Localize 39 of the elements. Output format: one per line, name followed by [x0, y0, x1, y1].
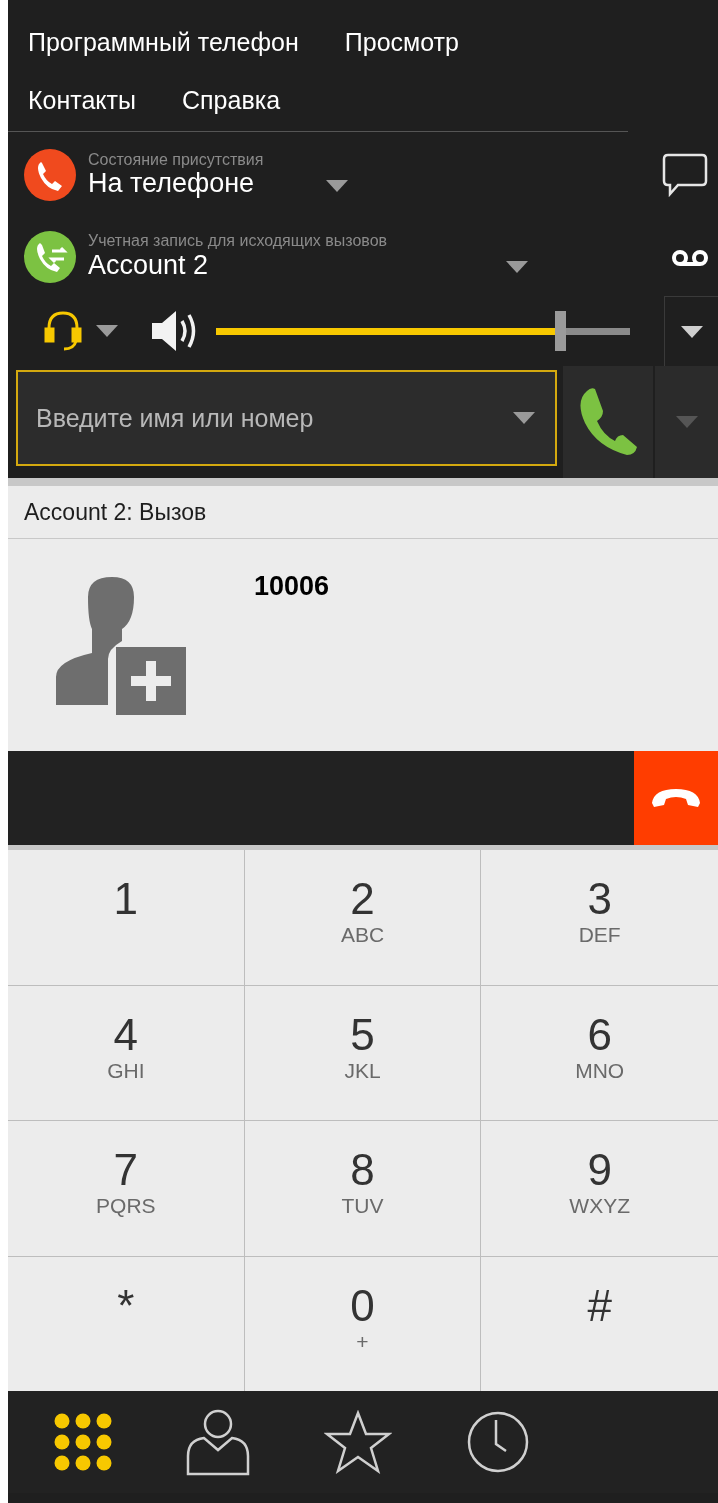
phone-icon	[577, 387, 639, 457]
slider-thumb[interactable]	[554, 311, 566, 351]
keypad-key[interactable]: 8 TUV	[244, 1120, 482, 1256]
keypad-key[interactable]: 7 PQRS	[8, 1120, 245, 1256]
caret-icon	[326, 180, 348, 192]
volume-slider[interactable]	[216, 311, 630, 351]
menu-item[interactable]: Контакты	[28, 84, 136, 116]
keypad-key[interactable]: 1	[8, 850, 245, 985]
call-number: 10006	[254, 571, 330, 603]
phone-icon	[24, 149, 76, 201]
voicemail-icon[interactable]	[672, 247, 708, 267]
hang-up-icon	[650, 787, 702, 809]
keypad-key[interactable]: 6 MNO	[481, 984, 718, 1120]
keypad-key[interactable]: 5 JKL	[244, 984, 482, 1120]
presence-dropdown[interactable]: Состояние присутствия На телефоне	[88, 152, 348, 198]
caret-icon	[96, 325, 118, 337]
caret-icon	[680, 325, 703, 338]
caret-icon	[506, 261, 528, 273]
chat-icon[interactable]	[662, 153, 708, 197]
clock-icon[interactable]	[466, 1410, 530, 1474]
hang-up-button[interactable]	[634, 751, 718, 845]
account-icon	[24, 231, 76, 283]
caret-icon	[675, 416, 698, 428]
headset-icon[interactable]	[44, 309, 82, 353]
call-button[interactable]	[563, 366, 653, 478]
account-dropdown[interactable]: Учетная запись для исходящих вызовов Account 2	[88, 233, 528, 281]
menu-item[interactable]: Просмотр	[344, 26, 459, 58]
star-icon[interactable]	[324, 1410, 392, 1474]
keypad-key[interactable]: 4 GHI	[8, 984, 245, 1120]
keypad-key[interactable]: 2 ABC	[244, 850, 482, 985]
caret-icon	[513, 412, 535, 424]
person-icon[interactable]	[186, 1408, 250, 1476]
menu-item[interactable]: Справка	[182, 84, 281, 116]
keypad-key[interactable]: 3 DEF	[481, 850, 718, 985]
keypad-key[interactable]: 9 WXYZ	[481, 1120, 718, 1256]
dial-field[interactable]: Введите имя или номер	[16, 370, 557, 466]
call-header: Account 2: Вызов	[24, 497, 207, 527]
menu-item[interactable]: Программный телефон	[28, 26, 299, 58]
keypad-icon[interactable]	[54, 1413, 112, 1471]
